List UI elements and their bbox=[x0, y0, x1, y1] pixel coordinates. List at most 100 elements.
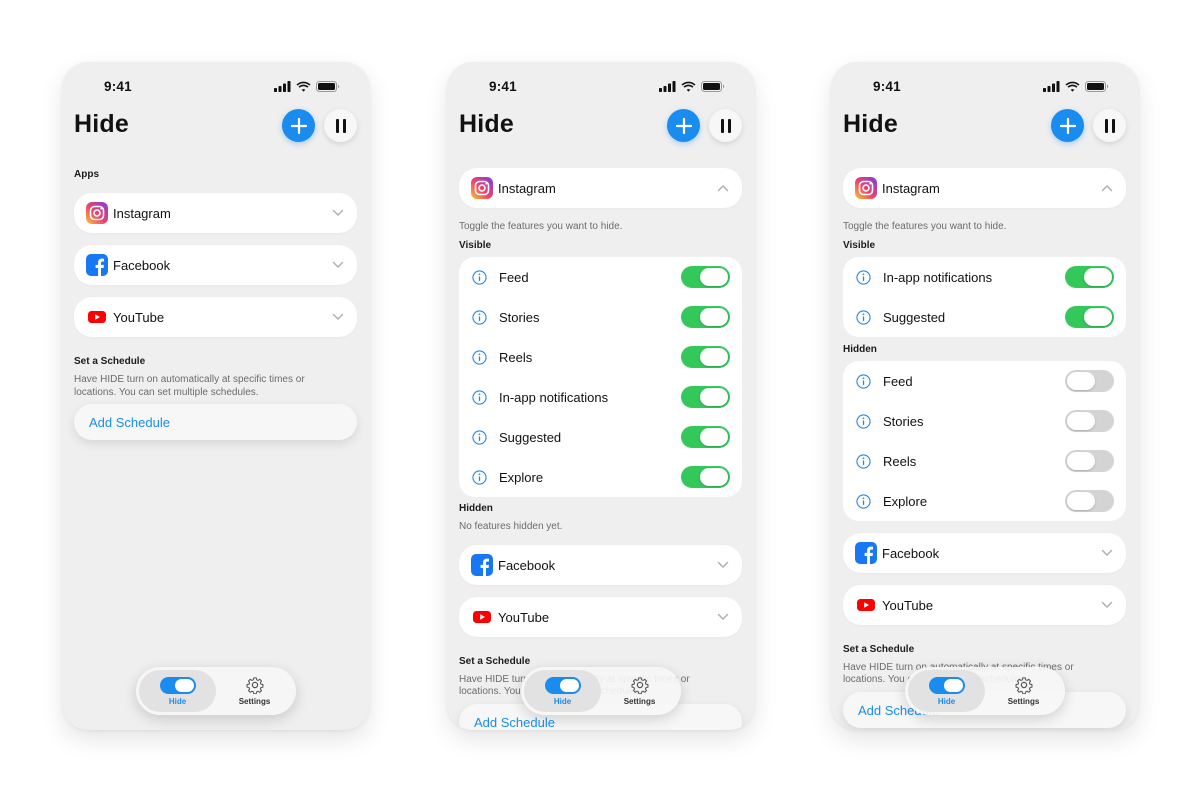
cellular-signal-icon bbox=[1043, 81, 1060, 92]
visible-heading: Visible bbox=[459, 240, 492, 251]
chevron-down-icon bbox=[331, 310, 345, 324]
info-icon[interactable] bbox=[855, 413, 871, 429]
add-button[interactable] bbox=[282, 109, 315, 142]
feature-toggle[interactable] bbox=[1065, 266, 1114, 288]
tab-hide[interactable]: Hide bbox=[908, 670, 985, 712]
feature-toggle[interactable] bbox=[1065, 306, 1114, 328]
tab-bar: Hide Settings bbox=[521, 667, 681, 715]
app-card-instagram[interactable]: Instagram bbox=[74, 193, 357, 233]
app-card-facebook[interactable]: Facebook bbox=[843, 533, 1126, 573]
info-icon[interactable] bbox=[855, 309, 871, 325]
instagram-icon bbox=[855, 177, 877, 199]
plus-icon bbox=[675, 117, 693, 135]
tab-bar: Hide Settings bbox=[905, 667, 1065, 715]
battery-icon bbox=[316, 81, 340, 92]
hidden-heading: Hidden bbox=[459, 503, 493, 514]
info-icon[interactable] bbox=[855, 493, 871, 509]
feature-label: Reels bbox=[499, 349, 533, 365]
app-card-youtube[interactable]: YouTube bbox=[843, 585, 1126, 625]
tab-settings-label: Settings bbox=[1007, 697, 1040, 706]
info-icon[interactable] bbox=[471, 269, 487, 285]
chevron-up-icon bbox=[1100, 181, 1114, 195]
app-name: Facebook bbox=[498, 557, 556, 573]
add-schedule-button[interactable]: Add Schedule bbox=[74, 404, 357, 440]
feature-row-reels: Reels bbox=[843, 441, 1126, 481]
feature-label: Explore bbox=[883, 493, 928, 509]
tab-hide-label: Hide bbox=[553, 696, 572, 706]
info-icon[interactable] bbox=[855, 453, 871, 469]
feature-toggle[interactable] bbox=[681, 306, 730, 328]
tab-hide[interactable]: Hide bbox=[139, 670, 216, 712]
hidden-features-card: Feed Stories Reels Explore bbox=[843, 361, 1126, 521]
info-icon[interactable] bbox=[855, 373, 871, 389]
instagram-icon bbox=[471, 177, 493, 199]
status-icons bbox=[659, 81, 725, 92]
info-icon[interactable] bbox=[471, 389, 487, 405]
info-icon[interactable] bbox=[471, 349, 487, 365]
toggle-icon bbox=[928, 676, 965, 694]
info-icon[interactable] bbox=[471, 309, 487, 325]
feature-toggle[interactable] bbox=[1065, 450, 1114, 472]
app-card-instagram-expanded[interactable]: Instagram bbox=[459, 168, 742, 208]
visible-features-card: Feed Stories Reels In-app notifications … bbox=[459, 257, 742, 497]
app-card-youtube[interactable]: YouTube bbox=[459, 597, 742, 637]
add-button[interactable] bbox=[667, 109, 700, 142]
tab-settings-label: Settings bbox=[623, 697, 656, 706]
tab-settings[interactable]: Settings bbox=[601, 670, 678, 712]
status-icons bbox=[1043, 81, 1109, 92]
pause-button[interactable] bbox=[709, 109, 742, 142]
feature-toggle[interactable] bbox=[681, 386, 730, 408]
feature-label: Stories bbox=[499, 309, 540, 325]
info-icon[interactable] bbox=[471, 429, 487, 445]
info-icon[interactable] bbox=[855, 269, 871, 285]
toggle-icon bbox=[159, 676, 196, 694]
pause-button[interactable] bbox=[324, 109, 357, 142]
wifi-icon bbox=[296, 81, 311, 92]
chevron-up-icon bbox=[716, 181, 730, 195]
youtube-icon bbox=[855, 594, 877, 616]
feature-toggle[interactable] bbox=[681, 426, 730, 448]
feature-row-in-app-notifications: In-app notifications bbox=[459, 377, 742, 417]
feature-toggle[interactable] bbox=[681, 266, 730, 288]
app-card-facebook[interactable]: Facebook bbox=[459, 545, 742, 585]
app-name: Instagram bbox=[882, 180, 940, 196]
tab-settings[interactable]: Settings bbox=[985, 670, 1062, 712]
pause-button[interactable] bbox=[1093, 109, 1126, 142]
feature-toggle[interactable] bbox=[1065, 370, 1114, 392]
pause-icon bbox=[1103, 118, 1117, 134]
feature-toggle[interactable] bbox=[681, 466, 730, 488]
feature-row-suggested: Suggested bbox=[459, 417, 742, 457]
cellular-signal-icon bbox=[274, 81, 291, 92]
feature-row-feed: Feed bbox=[459, 257, 742, 297]
feature-label: Suggested bbox=[883, 309, 946, 325]
tab-hide[interactable]: Hide bbox=[524, 670, 601, 712]
app-card-youtube[interactable]: YouTube bbox=[74, 297, 357, 337]
instructions-text: Toggle the features you want to hide. bbox=[843, 221, 1007, 232]
feature-label: Stories bbox=[883, 413, 924, 429]
app-name: Instagram bbox=[113, 205, 171, 221]
feature-row-explore: Explore bbox=[843, 481, 1126, 521]
hidden-heading: Hidden bbox=[843, 344, 877, 355]
app-card-facebook[interactable]: Facebook bbox=[74, 245, 357, 285]
wifi-icon bbox=[1065, 81, 1080, 92]
tab-settings[interactable]: Settings bbox=[216, 670, 293, 712]
app-name: Facebook bbox=[113, 257, 171, 273]
add-button[interactable] bbox=[1051, 109, 1084, 142]
info-icon[interactable] bbox=[471, 469, 487, 485]
phone-screen-apps-list: 9:41 Hide Apps Instagram Facebook YouTub… bbox=[62, 62, 370, 730]
status-icons bbox=[274, 81, 340, 92]
feature-toggle[interactable] bbox=[1065, 490, 1114, 512]
apps-heading: Apps bbox=[74, 169, 99, 180]
facebook-icon bbox=[86, 254, 108, 276]
feature-row-reels: Reels bbox=[459, 337, 742, 377]
visible-heading: Visible bbox=[843, 240, 876, 251]
app-card-instagram-expanded[interactable]: Instagram bbox=[843, 168, 1126, 208]
gear-icon bbox=[631, 676, 649, 694]
youtube-icon bbox=[471, 606, 493, 628]
feature-toggle[interactable] bbox=[681, 346, 730, 368]
feature-row-suggested: Suggested bbox=[843, 297, 1126, 337]
feature-toggle[interactable] bbox=[1065, 410, 1114, 432]
visible-features-card: In-app notifications Suggested bbox=[843, 257, 1126, 337]
page-title: Hide bbox=[74, 110, 129, 138]
feature-row-stories: Stories bbox=[459, 297, 742, 337]
